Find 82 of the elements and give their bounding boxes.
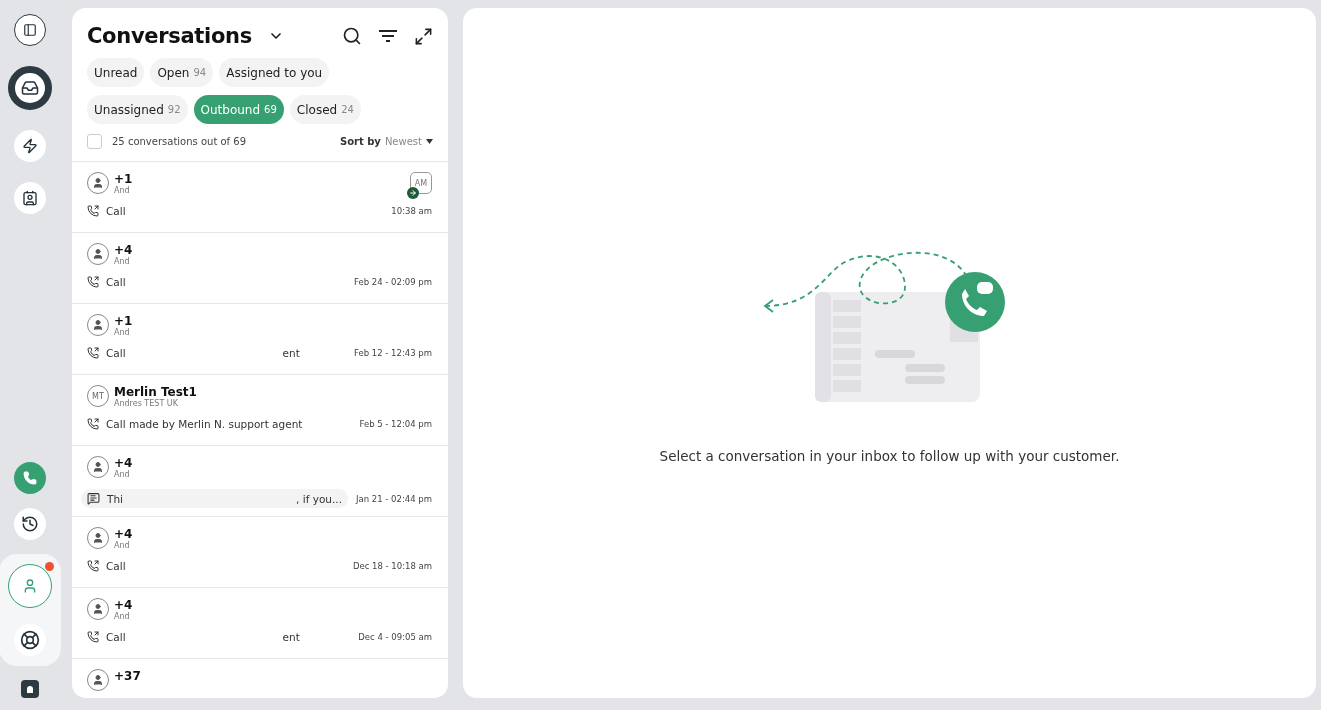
- select-all-checkbox[interactable]: [87, 134, 102, 149]
- contact-name: +1: [114, 314, 133, 328]
- conversation-row[interactable]: +4 And Call Dec 18 - 10:18 am: [72, 517, 448, 588]
- user-icon: [22, 578, 38, 594]
- filter-button[interactable]: [378, 28, 398, 44]
- preview-fragment: , if you...: [296, 492, 342, 505]
- history-button[interactable]: [14, 508, 46, 540]
- logo-button[interactable]: [21, 680, 39, 698]
- message-icon: [87, 492, 100, 505]
- conversation-row[interactable]: +37: [72, 659, 448, 698]
- expand-button[interactable]: [414, 26, 433, 46]
- lightning-icon: [22, 138, 38, 154]
- contact-name: +4: [114, 243, 133, 257]
- contacts-button[interactable]: [14, 182, 46, 214]
- conversation-row[interactable]: MT Merlin Test1 Andres TEST UK Call made by Merlin N. support agent Feb 5 - 12:04 pm: [72, 375, 448, 446]
- conversation-row[interactable]: +4 And Call ent Dec 4 - 09:05 am: [72, 588, 448, 659]
- contact-subtitle: And: [114, 470, 131, 479]
- help-button[interactable]: [14, 624, 46, 656]
- conversation-count: 25 conversations out of 69: [112, 136, 247, 147]
- phone-icon: [23, 471, 37, 485]
- timestamp: Dec 18 - 10:18 am: [352, 561, 432, 571]
- contact-name: +4: [114, 598, 133, 612]
- contact-subtitle: And: [114, 257, 131, 266]
- sort-dropdown[interactable]: Sort by Newest: [339, 136, 433, 147]
- call-preview: Call made by Merlin N. support agent: [106, 418, 303, 430]
- contact-subtitle: Andres TEST UK: [114, 399, 179, 408]
- outgoing-call-icon: [87, 560, 99, 572]
- contact-name: Merlin Test1: [114, 385, 197, 399]
- outgoing-call-icon: [87, 418, 99, 430]
- expand-icon: [414, 26, 433, 46]
- search-button[interactable]: [342, 26, 362, 46]
- inbox-icon: [21, 79, 39, 97]
- call-preview: Call: [106, 631, 126, 643]
- outgoing-call-icon: [87, 276, 99, 288]
- filter-chip[interactable]: Unread: [87, 58, 145, 87]
- profile-button[interactable]: [8, 564, 52, 608]
- call-preview: Call: [106, 347, 126, 359]
- contact-card-icon: [22, 190, 38, 206]
- filter-chip[interactable]: Unassigned 92: [87, 95, 188, 124]
- call-preview: Call: [106, 276, 126, 288]
- conversation-row[interactable]: +4 And Thi , if you... Jan 21 - 02:44 pm: [72, 446, 448, 517]
- timestamp: Dec 4 - 09:05 am: [358, 632, 432, 642]
- outgoing-call-icon: [87, 631, 99, 643]
- filter-icon: [378, 28, 398, 44]
- message-preview: Thi: [107, 492, 123, 505]
- caret-icon: [426, 139, 433, 144]
- contact-subtitle: And: [114, 612, 131, 621]
- filter-chip[interactable]: Open 94: [150, 58, 214, 87]
- outgoing-call-icon: [87, 205, 99, 217]
- inbox-button[interactable]: [8, 66, 52, 110]
- timestamp: Feb 24 - 02:09 pm: [354, 277, 432, 287]
- call-preview: Call: [106, 205, 126, 217]
- contact-subtitle: And: [114, 186, 131, 195]
- timestamp: 10:38 am: [391, 206, 432, 216]
- call-preview: Call: [106, 560, 126, 572]
- sidebar-toggle-icon: [23, 23, 37, 37]
- conversation-row[interactable]: +1 And AM Call 10:38 am: [72, 162, 448, 233]
- timestamp: Feb 12 - 12:43 pm: [354, 348, 432, 358]
- contact-name: +1: [114, 172, 133, 186]
- timestamp: Jan 21 - 02:44 pm: [356, 493, 432, 504]
- conversation-row[interactable]: +1 And Call ent Feb 12 - 12:43 pm: [72, 304, 448, 375]
- preview-fragment: ent: [282, 347, 300, 359]
- contact-name: +37: [114, 669, 141, 683]
- panel-button[interactable]: [14, 14, 46, 46]
- contact-subtitle: And: [114, 328, 131, 337]
- filter-chip[interactable]: Closed 24: [289, 95, 361, 124]
- automation-button[interactable]: [14, 130, 46, 162]
- outgoing-call-icon: [87, 347, 99, 359]
- contact-name: +4: [114, 527, 133, 541]
- logo: [27, 685, 33, 693]
- contact-subtitle: And: [114, 541, 131, 550]
- preview-fragment: ent: [282, 631, 300, 643]
- panel-title: Conversations: [87, 24, 252, 48]
- lifebuoy-icon: [20, 630, 40, 650]
- conversation-row[interactable]: +4 And Call Feb 24 - 02:09 pm: [72, 233, 448, 304]
- filter-chip[interactable]: Assigned to you: [219, 58, 330, 87]
- history-icon: [21, 515, 39, 533]
- contact-name: +4: [114, 456, 133, 470]
- search-icon: [342, 26, 362, 46]
- empty-state-message: Select a conversation in your inbox to follow up with your customer.: [659, 448, 1120, 464]
- timestamp: Feb 5 - 12:04 pm: [359, 419, 432, 429]
- phone-button[interactable]: [14, 462, 46, 494]
